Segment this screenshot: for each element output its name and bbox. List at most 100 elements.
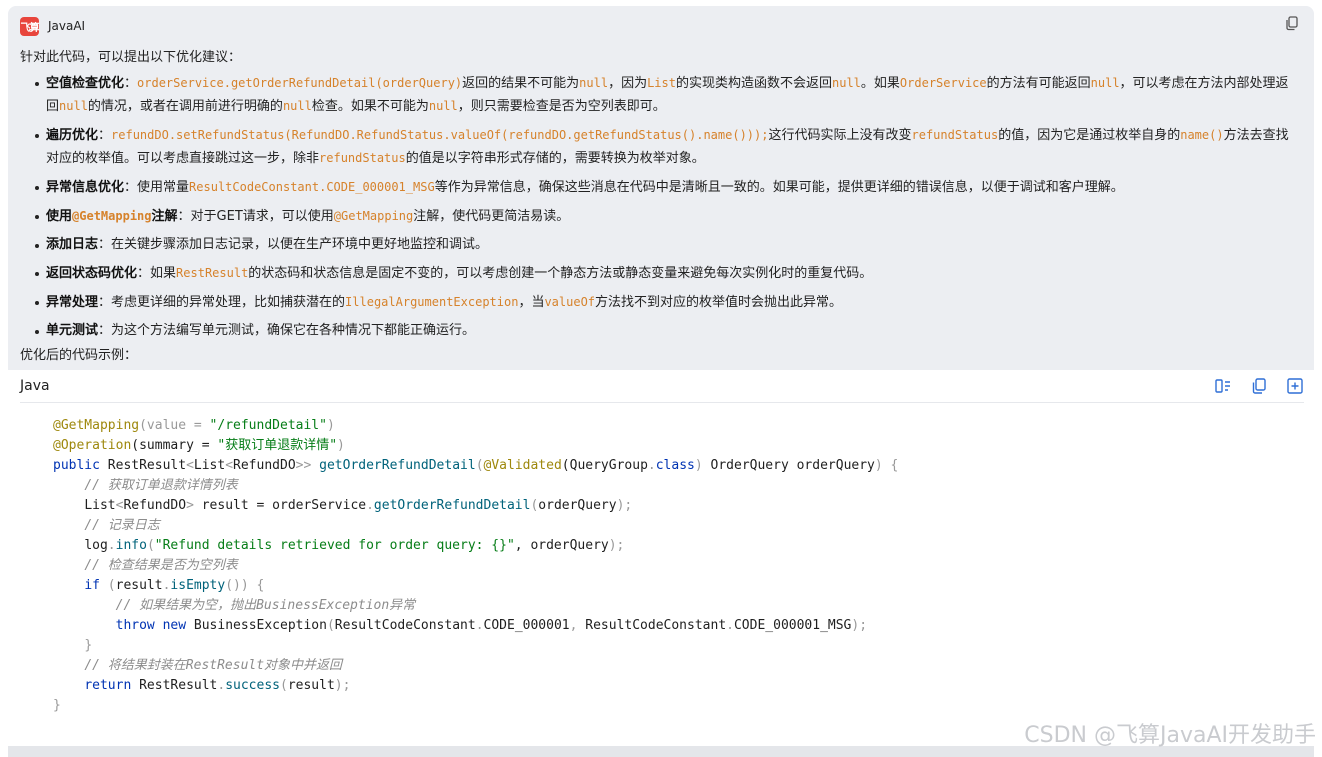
code-example-caption: 优化后的代码示例： xyxy=(20,348,138,363)
code-token: < xyxy=(186,458,194,473)
code-token: } xyxy=(53,698,61,713)
code-comment: // 记录日志 xyxy=(84,518,160,533)
copy-code-icon[interactable] xyxy=(1250,377,1268,395)
code-token: "获取订单退款详情" xyxy=(217,438,338,453)
item-text: 对于GET请求，可以使用 xyxy=(190,209,334,224)
code-token: @Validated xyxy=(483,458,562,473)
code-token: RefundDO xyxy=(123,498,187,513)
copy-icon[interactable] xyxy=(1284,15,1300,31)
item-title: 返回状态码优化 xyxy=(46,266,138,281)
code-content: @GetMapping(value = "/refundDetail") @Op… xyxy=(53,416,898,716)
inline-code: name() xyxy=(1180,128,1224,142)
code-token: ); xyxy=(616,498,633,513)
code-token: >> xyxy=(295,458,312,473)
code-token: < xyxy=(225,458,234,473)
code-token: ) xyxy=(326,418,335,433)
code-token: ResultCodeConstant xyxy=(585,618,727,633)
item-text: 考虑更详细的异常处理，比如捕获潜在的 xyxy=(111,295,346,310)
add-icon[interactable] xyxy=(1286,377,1304,395)
inline-code: null xyxy=(1090,76,1120,90)
code-token: List xyxy=(84,498,116,513)
code-token: CODE_000001_MSG xyxy=(733,618,852,633)
code-token: throw xyxy=(115,618,155,633)
code-token: . xyxy=(475,618,484,633)
code-comment: // 检查结果是否为空列表 xyxy=(84,558,238,573)
code-block-header: Java xyxy=(20,370,1304,403)
item-title: 添加日志 xyxy=(46,237,99,252)
code-token: ); xyxy=(851,618,868,633)
item-text: 为这个方法编写单元测试，确保它在各种情况下都能正确运行。 xyxy=(111,323,476,338)
inline-code: null xyxy=(282,99,312,113)
item-text: 注解，使代码更简洁易读。 xyxy=(413,209,570,224)
inline-code: refundDO.setRefundStatus(RefundDO.Refund… xyxy=(111,128,769,142)
code-token: ( xyxy=(146,538,155,553)
code-token: ); xyxy=(334,678,351,693)
item-text: 的值是以字符串形式存储的，需要转换为枚举对象。 xyxy=(405,151,705,166)
code-token: RefundDO xyxy=(233,458,296,473)
list-item: 返回状态码优化：如果RestResult的状态码和状态信息是固定不变的，可以考虑… xyxy=(8,262,1308,285)
item-text: ，则只需要检查是否为空列表即可。 xyxy=(457,99,666,114)
code-token: . xyxy=(726,618,734,633)
inline-code: ResultCodeConstant.CODE_000001_MSG xyxy=(189,180,435,194)
code-token: } xyxy=(84,638,93,653)
code-token: ()) { xyxy=(225,578,265,593)
item-text: 的实现类构造函数不会返回 xyxy=(675,76,832,91)
code-line: public RestResult<List<RefundDO>> getOrd… xyxy=(53,458,898,473)
item-title: 注解 xyxy=(151,209,178,224)
code-token: result xyxy=(115,578,163,593)
code-language-label: Java xyxy=(20,378,50,394)
code-token: List xyxy=(193,458,226,473)
code-line: @GetMapping(value = "/refundDetail") xyxy=(53,418,335,433)
list-item: 遍历优化：refundDO.setRefundStatus(RefundDO.R… xyxy=(8,124,1308,170)
inline-code: refundStatus xyxy=(319,151,406,165)
code-comment: // 获取订单退款详情列表 xyxy=(84,478,238,493)
code-token: ( xyxy=(326,618,335,633)
item-title: 单元测试 xyxy=(46,323,99,338)
list-item: 单元测试：为这个方法编写单元测试，确保它在各种情况下都能正确运行。 xyxy=(8,320,1308,342)
inline-code: valueOf xyxy=(544,295,596,309)
code-token: "/refundDetail" xyxy=(209,418,327,433)
app-name: JavaAI xyxy=(48,19,86,33)
separator: ： xyxy=(177,209,191,224)
inline-code: @GetMapping xyxy=(333,209,414,223)
code-token: ( xyxy=(99,578,116,593)
item-text: 方法找不到对应的枚举值时会抛出此异常。 xyxy=(595,295,843,310)
item-title: 异常处理 xyxy=(46,295,99,310)
item-text: 在关键步骤添加日志记录，以便在生产环境中更好地监控和调试。 xyxy=(111,237,489,252)
code-line: return RestResult.success(result); xyxy=(84,678,350,693)
code-token: CODE_000001 xyxy=(483,618,570,633)
separator: ： xyxy=(124,76,138,91)
code-token: . xyxy=(366,498,374,513)
code-token: @GetMapping xyxy=(53,418,140,433)
list-item: 使用@GetMapping注解：对于GET请求，可以使用@GetMapping注… xyxy=(8,205,1308,228)
item-text: 如果 xyxy=(150,266,177,281)
item-text: 返回的结果不可能为 xyxy=(462,76,580,91)
code-token: BusinessException xyxy=(186,618,327,633)
separator: ： xyxy=(98,323,112,338)
code-token: RestResult xyxy=(99,458,187,473)
code-token: "Refund details retrieved for order quer… xyxy=(154,538,515,553)
code-token: ) xyxy=(874,458,883,473)
code-token: ) xyxy=(337,438,345,453)
code-token: if xyxy=(84,578,100,593)
code-toolbar xyxy=(1214,377,1304,395)
separator: ： xyxy=(98,237,112,252)
item-text: ，当 xyxy=(518,295,545,310)
watermark: CSDN @飞算JavaAI开发助手 xyxy=(1024,723,1316,748)
intro-text: 针对此代码，可以提出以下优化建议： xyxy=(20,50,242,65)
code-token: ResultCodeConstant xyxy=(334,618,476,633)
inline-code: RestResult xyxy=(176,266,249,280)
separator: ： xyxy=(98,128,112,143)
item-title: 使用 xyxy=(46,209,73,224)
code-line: throw new BusinessException(ResultCodeCo… xyxy=(116,618,867,633)
item-text: 的值，因为它是通过枚举自身的 xyxy=(998,128,1181,143)
item-text: 。如果 xyxy=(860,76,900,91)
code-token: (QueryGroup xyxy=(561,458,648,473)
item-text: 检查。如果不可能为 xyxy=(311,99,429,114)
chat-message-card: 飞算 JavaAI 针对此代码，可以提出以下优化建议： 空值检查优化：order… xyxy=(8,6,1314,757)
inline-code: OrderService xyxy=(899,76,987,90)
inline-code: refundStatus xyxy=(911,128,999,142)
list-item: 异常信息优化：使用常量ResultCodeConstant.CODE_00000… xyxy=(8,176,1308,199)
code-token: log xyxy=(84,538,108,553)
wrap-icon[interactable] xyxy=(1214,377,1232,395)
